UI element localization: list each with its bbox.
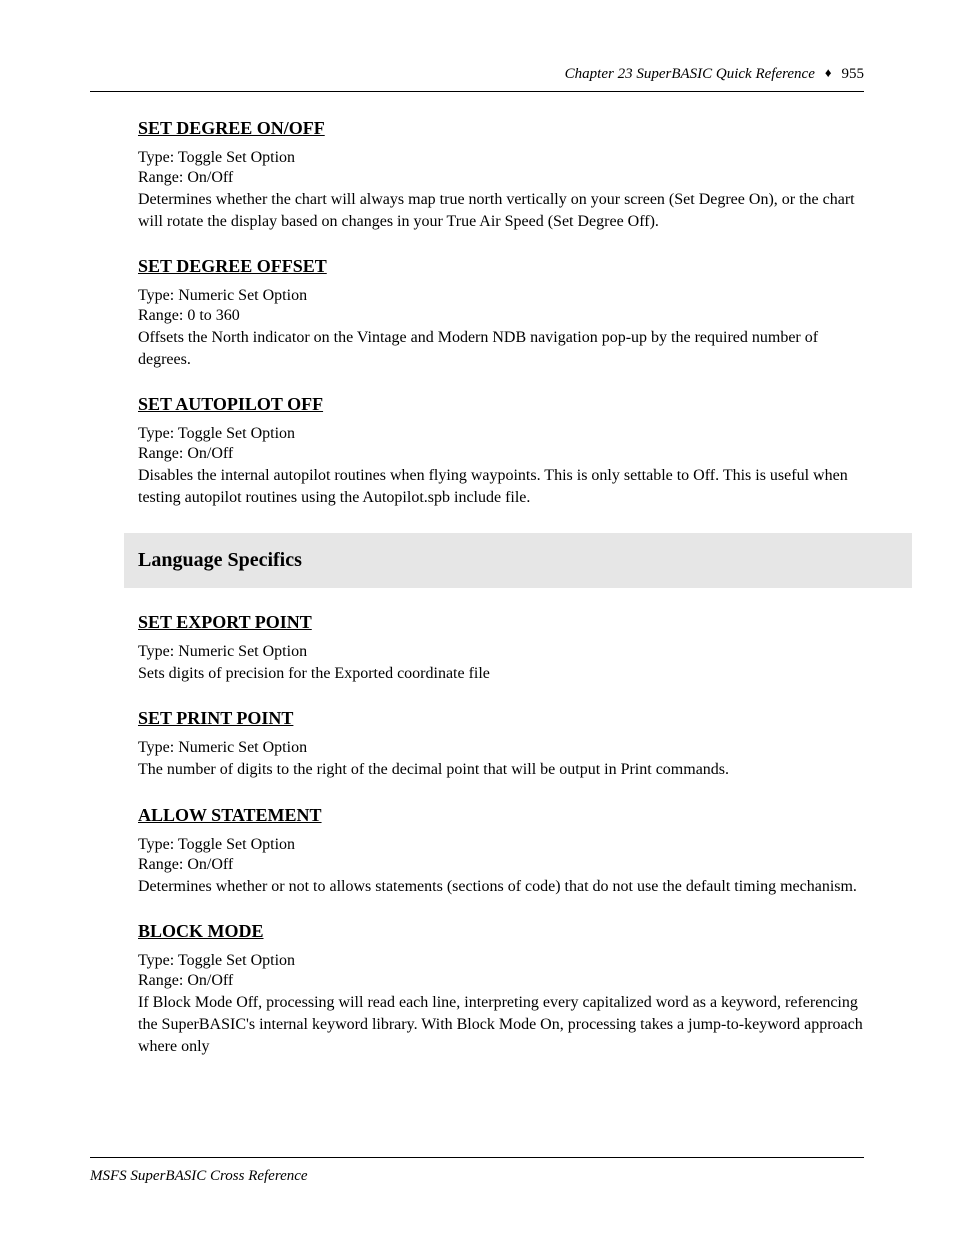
entry-range: Range: On/Off [138,169,864,187]
entry-type: Type: Numeric Set Option [138,643,864,661]
entry-range: Range: On/Off [138,445,864,463]
entry-term: SET PRINT POINT [138,708,293,729]
entry-desc: If Block Mode Off, processing will read … [138,992,864,1057]
entry-desc: Sets digits of precision for the Exporte… [138,663,864,685]
entry-term: BLOCK MODE [138,921,264,942]
entry-type: Type: Toggle Set Option [138,149,864,167]
entry-term: ALLOW STATEMENT [138,805,322,826]
footer-rule [90,1157,864,1158]
entry-type: Type: Toggle Set Option [138,425,864,443]
header-rule [90,91,864,92]
entry-set-degree-offset: SET DEGREE OFFSET Type: Numeric Set Opti… [138,256,864,370]
entry-set-export-point: SET EXPORT POINT Type: Numeric Set Optio… [138,612,864,685]
entry-term: SET DEGREE ON/OFF [138,118,325,139]
header-title: Chapter 23 SuperBASIC Quick Reference [565,66,815,83]
entry-term: SET DEGREE OFFSET [138,256,327,277]
entry-allow-statement: ALLOW STATEMENT Type: Toggle Set Option … [138,805,864,898]
entry-type: Type: Toggle Set Option [138,836,864,854]
entry-desc: Determines whether the chart will always… [138,189,864,232]
entry-range: Range: On/Off [138,856,864,874]
page-footer: MSFS SuperBASIC Cross Reference [90,1131,864,1185]
entry-desc: Determines whether or not to allows stat… [138,876,864,898]
page-header: Chapter 23 SuperBASIC Quick Reference ♦ … [90,66,864,83]
entry-range: Range: On/Off [138,972,864,990]
entry-desc: The number of digits to the right of the… [138,759,864,781]
entry-desc: Offsets the North indicator on the Vinta… [138,327,864,370]
entry-term: SET AUTOPILOT OFF [138,394,323,415]
diamond-icon: ♦ [825,65,832,81]
section-heading: Language Specifics [124,533,912,588]
entry-set-print-point: SET PRINT POINT Type: Numeric Set Option… [138,708,864,781]
header-page-number: 955 [842,66,865,83]
entry-range: Range: 0 to 360 [138,307,864,325]
entry-desc: Disables the internal autopilot routines… [138,465,864,508]
entry-term: SET EXPORT POINT [138,612,312,633]
entry-type: Type: Numeric Set Option [138,287,864,305]
entry-type: Type: Toggle Set Option [138,952,864,970]
entry-block-mode: BLOCK MODE Type: Toggle Set Option Range… [138,921,864,1057]
content-area: SET DEGREE ON/OFF Type: Toggle Set Optio… [138,118,864,1057]
entry-type: Type: Numeric Set Option [138,739,864,757]
footer-text: MSFS SuperBASIC Cross Reference [90,1168,864,1185]
entry-set-degree-on-off: SET DEGREE ON/OFF Type: Toggle Set Optio… [138,118,864,232]
entry-set-autopilot-off: SET AUTOPILOT OFF Type: Toggle Set Optio… [138,394,864,508]
